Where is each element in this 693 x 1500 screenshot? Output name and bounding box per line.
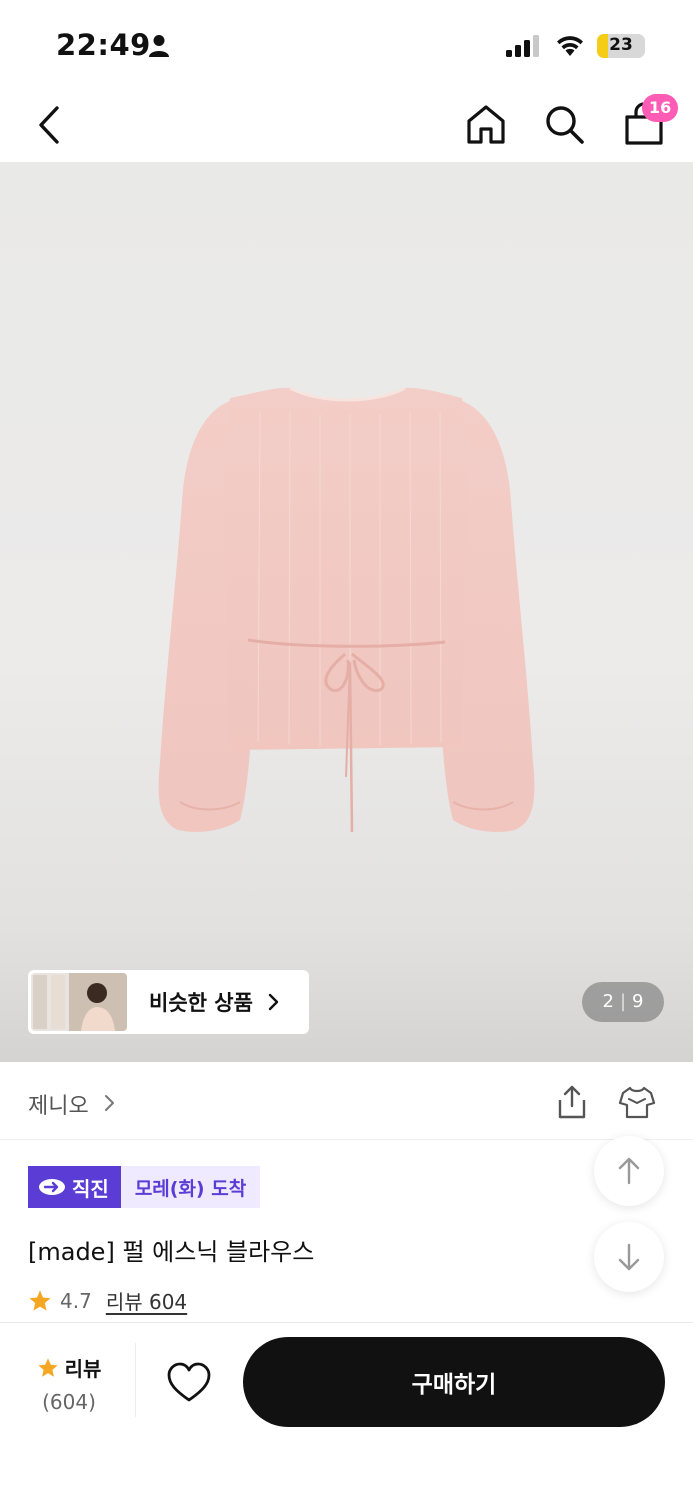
delivery-arrow-icon <box>39 1179 65 1195</box>
product-image-carousel[interactable]: 비슷한 상품 2 | 9 <box>0 162 693 1062</box>
review-link[interactable]: 리뷰 604 <box>106 1286 187 1315</box>
wifi-icon <box>557 36 583 56</box>
scroll-up-button[interactable] <box>594 1136 664 1206</box>
page-total: 9 <box>632 991 644 1012</box>
bottom-action-bar: 리뷰 (604) 구매하기 <box>0 1322 693 1500</box>
page-separator: | <box>619 991 627 1012</box>
image-page-indicator: 2 | 9 <box>582 982 664 1022</box>
page-current: 2 <box>602 991 614 1012</box>
cart-count-badge: 16 <box>642 94 679 122</box>
similar-products-button[interactable]: 비슷한 상품 <box>28 970 309 1034</box>
chevron-right-icon <box>268 993 279 1011</box>
battery-level: 23 <box>609 35 633 55</box>
brand-link[interactable]: 제니오 <box>28 1088 89 1120</box>
product-photo-blouse <box>158 386 535 833</box>
similar-products-label: 비슷한 상품 <box>149 991 253 1015</box>
review-summary-count: (604) <box>42 1390 96 1414</box>
person-icon <box>149 35 169 57</box>
arrow-down-icon <box>618 1243 640 1271</box>
delivery-tags: 직진 모레(화) 도착 <box>28 1166 261 1208</box>
buy-button[interactable]: 구매하기 <box>243 1337 665 1427</box>
status-bar: 22:49 23 <box>0 0 693 88</box>
star-icon <box>37 1357 58 1377</box>
divider <box>135 1343 136 1417</box>
battery-indicator: 23 <box>597 34 645 58</box>
wishlist-heart-button[interactable] <box>166 1361 212 1405</box>
chevron-right-icon <box>105 1095 114 1111</box>
similar-products-thumbnail <box>31 973 127 1031</box>
star-icon <box>29 1290 51 1310</box>
rating-row: 4.7 리뷰 604 <box>28 1286 187 1315</box>
virtual-fitting-icon[interactable] <box>618 1084 656 1120</box>
brand-row: 제니오 <box>0 1062 693 1140</box>
search-button[interactable] <box>542 102 586 146</box>
cellular-signal-icon <box>506 35 539 57</box>
share-button[interactable] <box>555 1084 589 1120</box>
back-button[interactable] <box>30 104 70 146</box>
direct-delivery-tag: 직진 <box>28 1166 121 1208</box>
status-time: 22:49 <box>56 28 151 62</box>
top-navigation: 16 <box>0 88 693 162</box>
home-button[interactable] <box>464 102 508 146</box>
review-summary-button[interactable]: 리뷰 (604) <box>24 1353 114 1414</box>
arrow-up-icon <box>618 1157 640 1185</box>
product-title: [made] 펄 에스닉 블라우스 <box>28 1238 315 1266</box>
arrival-date-tag: 모레(화) 도착 <box>120 1166 261 1208</box>
direct-delivery-label: 직진 <box>72 1176 109 1201</box>
scroll-down-button[interactable] <box>594 1222 664 1292</box>
review-summary-top: 리뷰 <box>24 1353 114 1382</box>
rating-value: 4.7 <box>60 1288 92 1313</box>
review-summary-label: 리뷰 <box>64 1357 102 1381</box>
